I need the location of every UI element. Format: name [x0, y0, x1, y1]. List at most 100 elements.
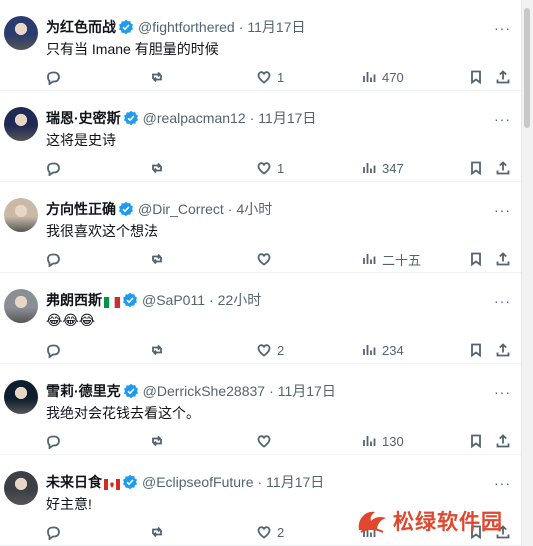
avatar[interactable]: [4, 471, 38, 505]
tweet-item[interactable]: 雪莉·德里克 @DerrickShe28837 · 11月17日 ··· 我绝对…: [0, 364, 522, 455]
tweet-header: 雪莉·德里克 @DerrickShe28837 · 11月17日: [46, 381, 336, 401]
timestamp[interactable]: 11月17日: [247, 17, 305, 37]
retweet-icon: [152, 526, 162, 538]
display-name[interactable]: 瑞恩·史密斯: [46, 108, 121, 128]
tweet-header: 为红色而战 @fightforthered · 11月17日: [46, 17, 306, 37]
timestamp[interactable]: 11月17日: [258, 108, 316, 128]
share-button[interactable]: [495, 249, 511, 269]
user-handle[interactable]: @EclipseofFuture: [142, 474, 253, 490]
retweet-icon: [152, 435, 162, 447]
reply-icon: [47, 71, 60, 85]
display-name[interactable]: 为红色而战: [46, 17, 116, 37]
retweet-button[interactable]: [149, 340, 170, 360]
retweet-button[interactable]: [149, 249, 170, 269]
reply-button[interactable]: [45, 431, 66, 451]
retweet-button[interactable]: [149, 158, 170, 178]
reply-button[interactable]: [45, 158, 66, 178]
avatar[interactable]: [4, 289, 38, 323]
views-button[interactable]: 470: [361, 67, 404, 87]
user-handle[interactable]: @Dir_Correct: [138, 201, 224, 217]
share-button[interactable]: [495, 158, 511, 178]
timeline-feed: 为红色而战 @fightforthered · 11月17日 ··· 只有当 I…: [0, 0, 522, 546]
reply-icon: [47, 435, 60, 449]
more-options-icon[interactable]: ···: [494, 111, 512, 127]
tweet-actions: 1 470: [0, 67, 522, 87]
user-handle[interactable]: @SaP011: [142, 292, 205, 308]
views-button[interactable]: 130: [361, 431, 404, 451]
timestamp[interactable]: 22小时: [218, 290, 262, 310]
separator-dot: ·: [269, 383, 274, 399]
view-count: 130: [382, 433, 404, 449]
views-button[interactable]: 二十五: [361, 249, 421, 269]
views-button[interactable]: 234: [361, 340, 404, 360]
retweet-icon: [152, 344, 162, 356]
scrollbar[interactable]: [521, 0, 533, 546]
scrollbar-thumb[interactable]: [524, 8, 530, 128]
share-button[interactable]: [495, 431, 511, 451]
display-name[interactable]: 雪莉·德里克: [46, 381, 121, 401]
heart-icon: [257, 71, 271, 84]
tweet-text: 只有当 Imane 有胆量的时候: [46, 41, 219, 57]
tweet-item[interactable]: 弗朗西斯 @SaP011 · 22小时 ··· 😂😂😂 2 234: [0, 273, 522, 364]
reply-icon: [47, 526, 60, 540]
verified-badge-icon[interactable]: [123, 383, 139, 399]
more-options-icon[interactable]: ···: [494, 20, 512, 36]
like-button[interactable]: 1: [256, 158, 284, 178]
verified-badge-icon[interactable]: [118, 201, 134, 217]
tweet-item[interactable]: 瑞恩·史密斯 @realpacman12 · 11月17日 ··· 这将是史诗 …: [0, 91, 522, 182]
display-name[interactable]: 方向性正确: [46, 199, 116, 219]
italy-flag-icon: [104, 295, 120, 308]
timestamp[interactable]: 4小时: [236, 199, 272, 219]
timestamp[interactable]: 11月17日: [266, 472, 324, 492]
avatar[interactable]: [4, 107, 38, 141]
more-options-icon[interactable]: ···: [494, 475, 512, 491]
display-name[interactable]: 未来日食: [46, 472, 102, 492]
verified-badge-icon[interactable]: [122, 292, 138, 308]
display-name[interactable]: 弗朗西斯: [46, 290, 102, 310]
like-button[interactable]: 1: [256, 67, 284, 87]
user-handle[interactable]: @DerrickShe28837: [143, 383, 265, 399]
verified-badge-icon[interactable]: [123, 110, 139, 126]
bookmark-button[interactable]: [468, 158, 484, 178]
like-count: 1: [277, 160, 285, 176]
like-button[interactable]: 2: [256, 340, 284, 360]
verified-badge-icon[interactable]: [118, 19, 134, 35]
tweet-item[interactable]: 为红色而战 @fightforthered · 11月17日 ··· 只有当 I…: [0, 0, 522, 91]
verified-badge-icon[interactable]: [122, 474, 138, 490]
reply-icon: [47, 253, 60, 267]
tweet-text: 😂😂😂: [46, 312, 96, 328]
reply-button[interactable]: [45, 522, 66, 542]
like-button[interactable]: 2: [256, 522, 284, 542]
timestamp[interactable]: 11月17日: [278, 381, 336, 401]
more-options-icon[interactable]: ···: [494, 384, 512, 400]
reply-button[interactable]: [45, 67, 66, 87]
retweet-button[interactable]: [149, 67, 170, 87]
reply-button[interactable]: [45, 249, 66, 269]
retweet-button[interactable]: [149, 522, 170, 542]
reply-icon: [47, 344, 60, 358]
like-button[interactable]: [256, 249, 277, 269]
user-handle[interactable]: @realpacman12: [143, 110, 246, 126]
bookmark-button[interactable]: [468, 340, 484, 360]
reply-button[interactable]: [45, 340, 66, 360]
more-options-icon[interactable]: ···: [494, 293, 512, 309]
avatar[interactable]: [4, 380, 38, 414]
share-button[interactable]: [495, 340, 511, 360]
watermark-logo-icon: [358, 511, 386, 533]
views-button[interactable]: 347: [361, 158, 404, 178]
more-options-icon[interactable]: ···: [494, 202, 512, 218]
tweet-item[interactable]: 方向性正确 @Dir_Correct · 4小时 ··· 我很喜欢这个想法 二十…: [0, 182, 522, 273]
avatar[interactable]: [4, 198, 38, 232]
share-button[interactable]: [495, 67, 511, 87]
retweet-icon: [152, 71, 162, 83]
bookmark-button[interactable]: [468, 249, 484, 269]
bookmark-icon: [471, 252, 481, 267]
like-button[interactable]: [256, 431, 277, 451]
share-icon: [496, 252, 510, 266]
avatar[interactable]: [4, 16, 38, 50]
user-handle[interactable]: @fightforthered: [138, 19, 235, 35]
canada-flag-icon: [104, 477, 120, 490]
bookmark-button[interactable]: [468, 67, 484, 87]
bookmark-button[interactable]: [468, 431, 484, 451]
retweet-button[interactable]: [149, 431, 170, 451]
